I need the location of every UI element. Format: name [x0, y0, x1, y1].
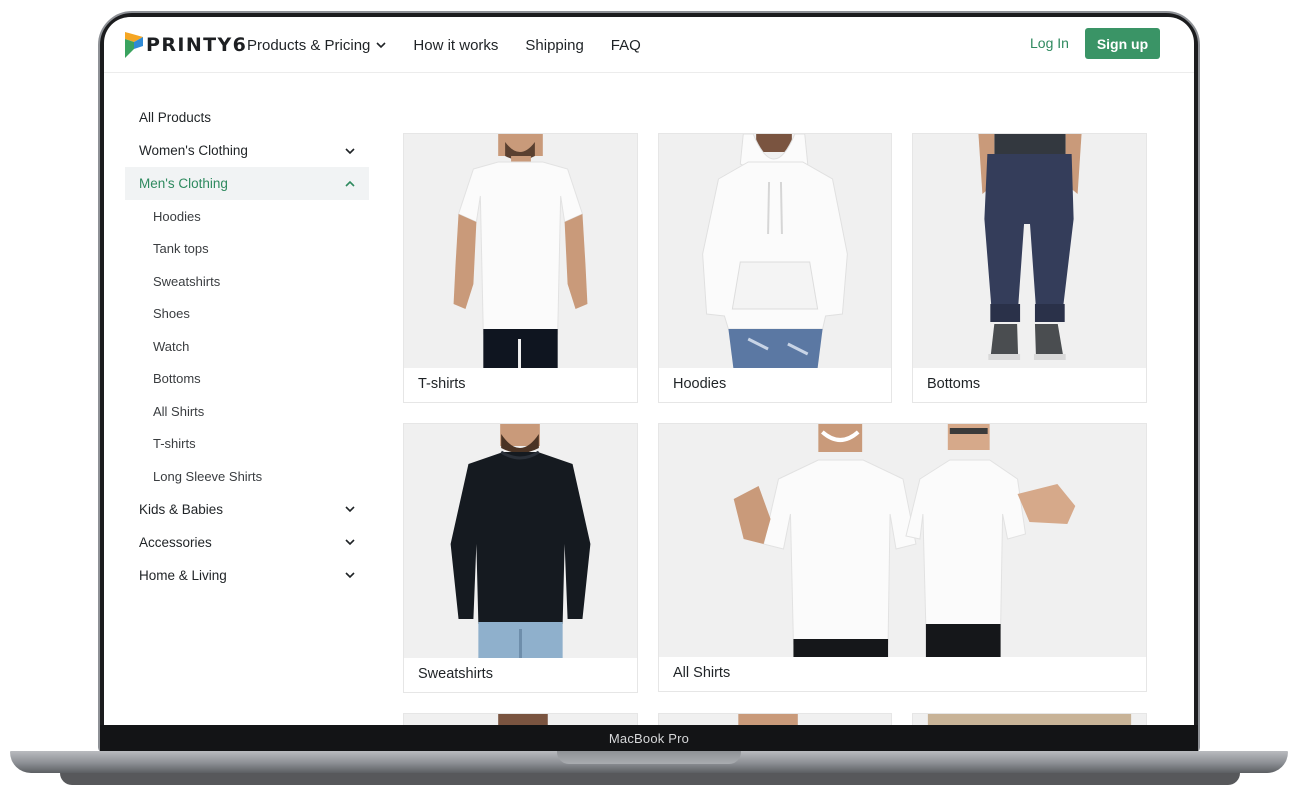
- product-label: T-shirts: [418, 376, 466, 392]
- product-image-man-white-hoodie: [659, 134, 891, 368]
- chevron-down-icon: [345, 539, 355, 546]
- product-card-partial[interactable]: [403, 713, 638, 725]
- laptop-base-shadow: [60, 773, 1240, 785]
- sidebar-item-label: Home & Living: [139, 567, 227, 583]
- product-card-sweatshirts[interactable]: Sweatshirts: [403, 423, 638, 693]
- sidebar-subitem-long-sleeve-shirts[interactable]: Long Sleeve Shirts: [125, 460, 369, 493]
- logo-mark-icon: [125, 32, 143, 58]
- sidebar-item-label: Women's Clothing: [139, 143, 248, 158]
- sidebar-item-label: Kids & Babies: [139, 501, 224, 517]
- product-image-man-black-sweatshirt: [404, 424, 637, 658]
- nav-label: Products & Pricing: [247, 36, 371, 54]
- chevron-down-icon: [345, 506, 355, 513]
- screen: PRINTY6 Products & Pricing How it works …: [104, 17, 1194, 725]
- product-card-t-shirts[interactable]: T-shirts: [403, 133, 638, 403]
- sidebar-item-label: All Products: [139, 110, 212, 125]
- nav-shipping[interactable]: Shipping: [525, 37, 583, 54]
- chevron-down-icon: [345, 572, 355, 579]
- sidebar-item-mens-clothing[interactable]: Men's Clothing: [125, 167, 369, 200]
- device-label: MacBook Pro: [608, 730, 690, 746]
- product-card-partial[interactable]: [658, 713, 892, 725]
- nav-label: FAQ: [610, 36, 641, 54]
- sidebar-item-accessories[interactable]: Accessories: [125, 526, 369, 559]
- category-sidebar: All Products Women's Clothing Men's Clot…: [125, 101, 369, 592]
- sidebar-item-label: Accessories: [139, 534, 212, 550]
- nav-how-it-works[interactable]: How it works: [413, 37, 498, 54]
- sidebar-subitem-watch[interactable]: Watch: [125, 330, 369, 363]
- sidebar-subitem-all-shirts[interactable]: All Shirts: [125, 395, 369, 428]
- nav-label: How it works: [413, 36, 499, 54]
- product-label: All Shirts: [673, 665, 731, 681]
- product-image-partial: [913, 714, 1146, 725]
- product-label: Bottoms: [927, 376, 981, 392]
- product-card-hoodies[interactable]: Hoodies: [658, 133, 892, 403]
- main-nav: Products & Pricing How it works Shipping…: [247, 17, 668, 73]
- logo[interactable]: PRINTY6: [125, 31, 247, 59]
- laptop-bezel: MacBook Pro: [100, 725, 1198, 751]
- product-label: Hoodies: [673, 376, 727, 392]
- laptop-notch: [557, 751, 741, 764]
- sidebar-item-label: Men's Clothing: [139, 176, 228, 191]
- sidebar-item-home-living[interactable]: Home & Living: [125, 559, 369, 592]
- sidebar-item-womens-clothing[interactable]: Women's Clothing: [125, 134, 369, 167]
- sidebar-subitem-t-shirts[interactable]: T-shirts: [125, 428, 369, 461]
- nav-products-pricing[interactable]: Products & Pricing: [247, 37, 386, 54]
- logo-text: PRINTY6: [146, 34, 248, 56]
- product-label: Sweatshirts: [418, 666, 493, 682]
- chevron-down-icon: [376, 42, 386, 49]
- product-image-man-white-tshirt: [404, 134, 637, 368]
- sidebar-subitem-sweatshirts[interactable]: Sweatshirts: [125, 265, 369, 298]
- sidebar-subitem-tank-tops[interactable]: Tank tops: [125, 233, 369, 266]
- nav-faq[interactable]: FAQ: [611, 37, 641, 54]
- product-image-partial: [404, 714, 637, 725]
- product-image-navy-jogger-pants: [913, 134, 1146, 368]
- product-card-partial[interactable]: [912, 713, 1147, 725]
- signup-button[interactable]: Sign up: [1085, 28, 1160, 59]
- site-header: PRINTY6 Products & Pricing How it works …: [104, 17, 1194, 73]
- product-image-partial: [659, 714, 891, 725]
- product-card-all-shirts[interactable]: All Shirts: [658, 423, 1147, 692]
- login-link[interactable]: Log In: [1030, 35, 1069, 51]
- sidebar-item-all-products[interactable]: All Products: [125, 101, 369, 134]
- sidebar-subitem-hoodies[interactable]: Hoodies: [125, 200, 369, 233]
- product-image-couple-white-tshirts: [659, 424, 1146, 657]
- product-card-bottoms[interactable]: Bottoms: [912, 133, 1147, 403]
- chevron-up-icon: [345, 180, 355, 187]
- nav-label: Shipping: [525, 36, 584, 54]
- sidebar-subitem-shoes[interactable]: Shoes: [125, 298, 369, 331]
- sidebar-item-kids-babies[interactable]: Kids & Babies: [125, 493, 369, 526]
- chevron-down-icon: [345, 147, 355, 154]
- sidebar-subitem-bottoms[interactable]: Bottoms: [125, 363, 369, 396]
